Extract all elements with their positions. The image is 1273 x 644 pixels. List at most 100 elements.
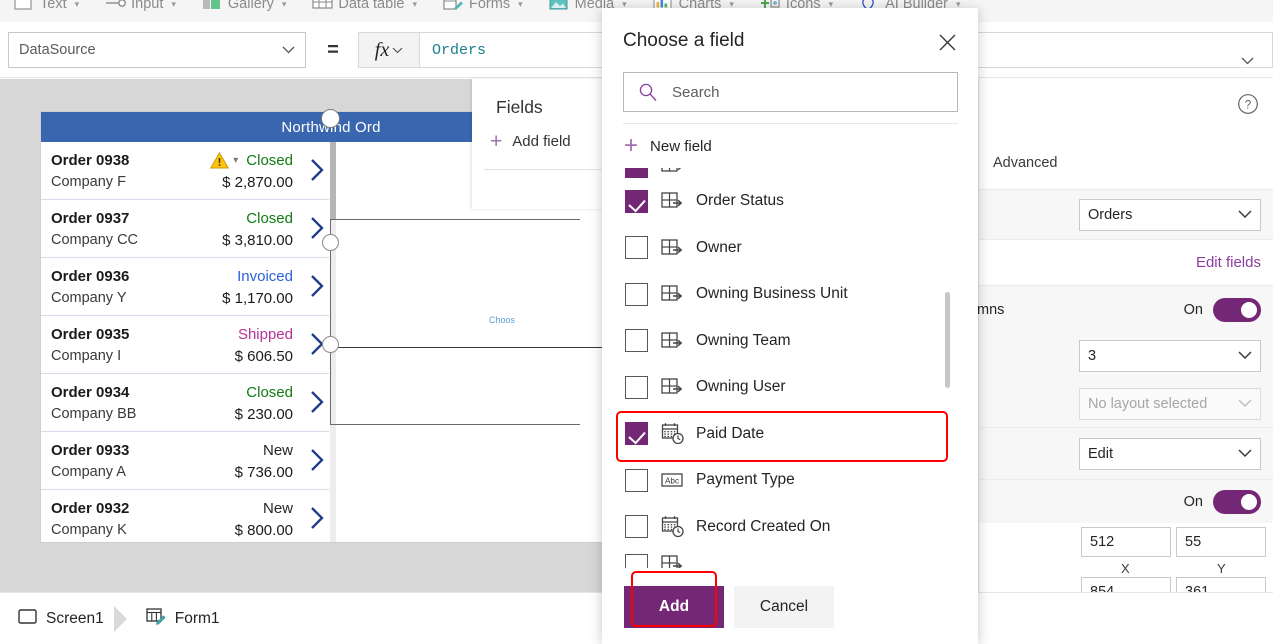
columns-count-dropdown[interactable]: 3 [1079,340,1261,372]
gallery-row[interactable]: Order 0938▾ClosedCompany F$ 2,870.00 [41,142,329,200]
fx-glyph: fx [375,39,389,62]
field-row-owner[interactable]: Owner [623,225,963,272]
fields-panel-title: Fields [496,97,543,118]
forms-icon [443,0,463,12]
resize-handle-top-left[interactable] [321,109,340,128]
layout-dropdown[interactable]: No layout selected [1079,388,1261,420]
ribbon-item-input[interactable]: Input▾ [105,0,176,12]
visible-toggle[interactable] [1213,490,1261,514]
ribbon-item-label: Text [40,0,67,12]
add-button[interactable]: Add [624,586,724,628]
field-list-scrollbar[interactable] [945,292,950,388]
gallery-scrollbar-thumb[interactable] [330,142,336,220]
order-title: Order 0932 [51,500,129,517]
ribbon-item-label: Gallery [228,0,274,12]
fields-panel-divider [484,169,612,170]
order-amount: $ 606.50 [235,348,319,365]
data-source-dropdown[interactable]: Orders [1079,199,1261,231]
resize-handle-middle-left[interactable] [322,234,339,251]
date-time-icon [661,515,685,539]
field-checkbox[interactable] [625,329,648,352]
toggle-knob [1241,302,1257,318]
chevron-right-icon[interactable] [310,390,325,419]
property-selector[interactable]: DataSource [8,32,306,68]
tab-advanced[interactable]: Advanced [993,155,1058,171]
field-row-record-created-on[interactable]: Record Created On [623,504,963,551]
field-row-owning-business-unit[interactable]: Owning Business Unit [623,271,963,318]
chevron-down-icon[interactable] [1241,53,1254,70]
choose-field-link[interactable]: Choos [489,315,515,325]
field-checkbox[interactable] [625,283,648,306]
field-row-owning-team[interactable]: Owning Team [623,318,963,365]
ribbon-item-text[interactable]: Text▾ [14,0,79,12]
breadcrumb-separator [104,593,146,644]
ribbon-item-data-table[interactable]: Data table▾ [312,0,417,12]
field-row-order-status[interactable]: Order Status [623,178,963,225]
gallery-row[interactable]: Order 0933NewCompany A$ 736.00 [41,432,329,490]
close-icon[interactable] [930,26,964,58]
help-icon[interactable]: ? [1237,93,1259,115]
gallery-row[interactable]: Order 0932NewCompany K$ 800.00 [41,490,329,542]
gallery-icon [202,0,222,12]
dialog-divider [623,123,958,124]
orders-gallery[interactable]: Order 0938▾ClosedCompany F$ 2,870.00Orde… [41,142,329,542]
breadcrumb-item-screen[interactable]: Screen1 [18,609,104,629]
gallery-row[interactable]: Order 0934ClosedCompany BB$ 230.00 [41,374,329,432]
form-divider [337,347,621,348]
chevron-right-icon[interactable] [310,274,325,303]
field-checkbox[interactable] [625,515,648,538]
y-input[interactable]: 55 [1176,527,1266,557]
property-row-data-source: Orders [979,189,1273,239]
property-selector-value: DataSource [19,42,96,58]
chevron-down-icon[interactable]: ▾ [233,155,238,166]
field-checkbox[interactable] [625,376,648,399]
equals-sign: = [322,32,344,68]
cancel-button[interactable]: Cancel [734,586,834,628]
field-checkbox[interactable] [625,469,648,492]
chevron-right-icon[interactable] [310,448,325,477]
order-amount: $ 230.00 [235,406,319,423]
dialog-title: Choose a field [623,30,744,52]
gallery-row[interactable]: Order 0936InvoicedCompany Y$ 1,170.00 [41,258,329,316]
field-label: Owning Business Unit [696,285,848,303]
search-input[interactable]: Search [623,72,958,112]
toggle-knob [1241,494,1257,510]
gallery-row[interactable]: Order 0935ShippedCompany I$ 606.50 [41,316,329,374]
field-label: Paid Date [696,425,764,443]
field-checkbox[interactable] [625,422,648,445]
x-input[interactable]: 512 [1081,527,1171,557]
ribbon-item-forms[interactable]: Forms▾ [443,0,523,12]
ribbon-item-gallery[interactable]: Gallery▾ [202,0,286,12]
field-list[interactable]: Order Status Owner Owning Business Unit Own… [623,168,963,568]
lookup-icon [661,282,685,306]
field-checkbox[interactable] [625,236,648,259]
edit-fields-link[interactable]: Edit fields [1196,254,1261,271]
y-value: 55 [1185,534,1201,550]
columns-toggle[interactable] [1213,298,1261,322]
add-field-label: Add field [512,133,570,150]
breadcrumb-item-form[interactable]: Form1 [146,607,220,630]
order-company: Company BB [51,406,136,422]
gallery-row[interactable]: Order 0937ClosedCompany CC$ 3,810.00 [41,200,329,258]
order-company: Company CC [51,232,138,248]
property-row-layout: No layout selected [979,379,1273,427]
field-row-paid-date[interactable]: Paid Date [623,411,963,458]
mode-dropdown[interactable]: Edit [1079,438,1261,470]
mode-value: Edit [1088,446,1113,462]
new-field-button[interactable]: + New field [624,132,824,160]
visible-toggle-state: On [1184,494,1203,510]
field-row-owning-user[interactable]: Owning User [623,364,963,411]
fx-button[interactable]: fx [358,32,420,68]
field-label: Order Status [696,192,784,210]
media-icon [549,0,569,12]
chevron-down-icon [1238,348,1252,364]
input-icon [105,0,125,12]
selection-bottom-edge [330,424,580,425]
field-row-payment-type[interactable]: AbcPayment Type [623,457,963,504]
chevron-right-icon[interactable] [310,158,325,187]
order-title: Order 0935 [51,326,129,343]
field-checkbox[interactable] [625,190,648,213]
chevron-right-icon[interactable] [310,506,325,535]
resize-handle-bottom-left[interactable] [322,336,339,353]
add-field-button[interactable]: + Add field [490,131,571,152]
